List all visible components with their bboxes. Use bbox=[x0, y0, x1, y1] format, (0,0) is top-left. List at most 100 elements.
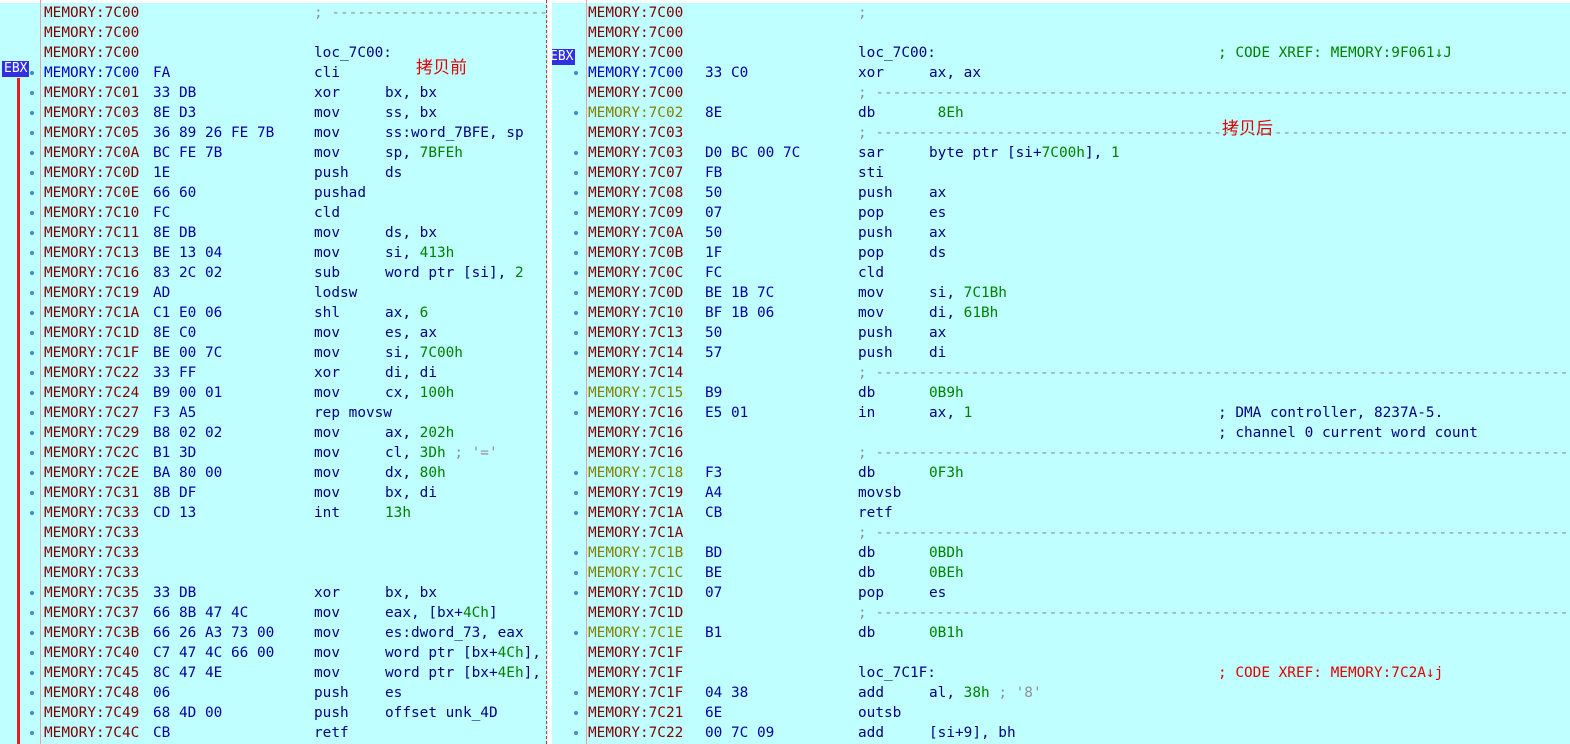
listing-line[interactable]: MEMORY:7C00 FA cli bbox=[0, 63, 548, 83]
listing-line[interactable]: MEMORY:7C0A 50 push ax bbox=[552, 223, 1570, 243]
listing-line[interactable]: MEMORY:7C00 ; ---------------------------… bbox=[552, 83, 1570, 103]
listing-line[interactable]: MEMORY:7C16 83 2C 02 sub word ptr [si], 2 bbox=[0, 263, 548, 283]
listing-line[interactable]: MEMORY:7C1A CB retf bbox=[552, 503, 1570, 523]
operand-text: ], bbox=[523, 645, 541, 661]
listing-line[interactable]: MEMORY:7C24 B9 00 01 mov cx, 100h bbox=[0, 383, 548, 403]
listing-line[interactable]: MEMORY:7C09 07 pop es bbox=[552, 203, 1570, 223]
xref-comment: ; CODE XREF: MEMORY:9F061↓J bbox=[1218, 45, 1452, 61]
listing-line[interactable]: MEMORY:7C3B 66 26 A3 73 00 mov es:dword_73,… bbox=[0, 623, 548, 643]
listing-line[interactable]: MEMORY:7C08 50 push ax bbox=[552, 183, 1570, 203]
breakpoint-dot bbox=[574, 711, 578, 715]
listing-line[interactable]: MEMORY:7C33 CD 13 int 13h bbox=[0, 503, 548, 523]
listing-line[interactable]: MEMORY:7C00 33 C0 xor ax, ax bbox=[552, 63, 1570, 83]
listing-line[interactable]: MEMORY:7C35 33 DB xor bx, bx bbox=[0, 583, 548, 603]
listing-line[interactable]: MEMORY:7C03 8E D3 mov ss, bx bbox=[0, 103, 548, 123]
listing-line[interactable]: MEMORY:7C16 ; channel 0 current word coun… bbox=[552, 423, 1570, 443]
listing-line[interactable]: MEMORY:7C0D BE 1B 7C mov si, 7C1Bh bbox=[552, 283, 1570, 303]
listing-line[interactable]: MEMORY:7C07 FB sti bbox=[552, 163, 1570, 183]
listing-line[interactable]: MEMORY:7C15 B9 db 0B9h bbox=[552, 383, 1570, 403]
listing-line[interactable]: MEMORY:7C1A C1 E0 06 shl ax, 6 bbox=[0, 303, 548, 323]
listing-line[interactable]: MEMORY:7C0C FC cld bbox=[552, 263, 1570, 283]
disassembly-view-before[interactable]: EBX 拷贝前 MEMORY:7C00; -------------------… bbox=[0, 0, 548, 744]
immediate-value: 7C00h bbox=[419, 345, 463, 361]
address: MEMORY:7C00 bbox=[44, 45, 140, 61]
listing-line[interactable]: MEMORY:7C45 8C 47 4E mov word ptr [bx+4Eh], bbox=[0, 663, 548, 683]
breakpoint-dot bbox=[574, 631, 578, 635]
listing-line[interactable]: MEMORY:7C22 00 7C 09 add [si+9], bh bbox=[552, 723, 1570, 743]
listing-line[interactable]: MEMORY:7C2C B1 3D mov cl, 3Dh ; '=' bbox=[0, 443, 548, 463]
listing-line[interactable]: MEMORY:7C1C BE db 0BEh bbox=[552, 563, 1570, 583]
listing-line[interactable]: MEMORY:7C1E B1 db 0B1h bbox=[552, 623, 1570, 643]
listing-line[interactable]: MEMORY:7C19 AD lodsw bbox=[0, 283, 548, 303]
listing-line[interactable]: MEMORY:7C0D 1E push ds bbox=[0, 163, 548, 183]
listing-line[interactable]: MEMORY:7C1F bbox=[552, 643, 1570, 663]
mnemonic: db bbox=[858, 105, 876, 121]
listing-line[interactable]: MEMORY:7C0E 66 60 pushad bbox=[0, 183, 548, 203]
operands: bx, di bbox=[385, 483, 437, 503]
listing-line[interactable]: MEMORY:7C16 ; ---------------------------… bbox=[552, 443, 1570, 463]
listing-line[interactable]: MEMORY:7C16 E5 01 in ax, 1 ; DMA controller,… bbox=[552, 403, 1570, 423]
listing-line[interactable]: MEMORY:7C03 ; ---------------------------… bbox=[552, 123, 1570, 143]
listing-line[interactable]: MEMORY:7C2E BA 80 00 mov dx, 80h bbox=[0, 463, 548, 483]
listing-line[interactable]: MEMORY:7C29 B8 02 02 mov ax, 202h bbox=[0, 423, 548, 443]
listing-line[interactable]: MEMORY:7C14 ; ---------------------------… bbox=[552, 363, 1570, 383]
listing-line[interactable]: MEMORY:7C19 A4 movsb bbox=[552, 483, 1570, 503]
listing-line[interactable]: MEMORY:7C1D 8E C0 mov es, ax bbox=[0, 323, 548, 343]
listing-line[interactable]: MEMORY:7C48 06 push es bbox=[0, 683, 548, 703]
listing-line[interactable]: MEMORY:7C13 50 push ax bbox=[552, 323, 1570, 343]
listing-line[interactable]: MEMORY:7C1A ; ---------------------------… bbox=[552, 523, 1570, 543]
listing-line[interactable]: MEMORY:7C1D ; ---------------------------… bbox=[552, 603, 1570, 623]
listing-line[interactable]: MEMORY:7C00 loc_7C00: bbox=[0, 43, 548, 63]
operand-text: byte ptr [si+ bbox=[929, 145, 1042, 161]
breakpoint-dot bbox=[30, 631, 34, 635]
listing-line[interactable]: MEMORY:7C1F loc_7C1F: ; CODE XREF: MEMORY:… bbox=[552, 663, 1570, 683]
mnemonic: xor bbox=[314, 85, 340, 101]
listing-line[interactable]: MEMORY:7C0A BC FE 7B mov sp, 7BFEh bbox=[0, 143, 548, 163]
operand-text: es bbox=[929, 585, 947, 601]
listing-line[interactable]: MEMORY:7C27 F3 A5 rep movsw bbox=[0, 403, 548, 423]
listing-line[interactable]: MEMORY:7C05 36 89 26 FE 7B mov ss:word_7BFE… bbox=[0, 123, 548, 143]
listing-line[interactable]: MEMORY:7C00 bbox=[0, 23, 548, 43]
listing-line[interactable]: MEMORY:7C10 BF 1B 06 mov di, 61Bh bbox=[552, 303, 1570, 323]
listing-line[interactable]: MEMORY:7C1D 07 pop es bbox=[552, 583, 1570, 603]
mnemonic: add bbox=[858, 685, 884, 701]
listing-line[interactable]: MEMORY:7C01 33 DB xor bx, bx bbox=[0, 83, 548, 103]
immediate-value: 0B9h bbox=[929, 385, 964, 401]
listing-line[interactable]: MEMORY:7C37 66 8B 47 4C mov eax, [bx+4Ch] bbox=[0, 603, 548, 623]
listing-line[interactable]: MEMORY:7C31 8B DF mov bx, di bbox=[0, 483, 548, 503]
operands: 0B1h bbox=[929, 623, 964, 643]
listing-line[interactable]: MEMORY:7C00 loc_7C00: ; CODE XREF: MEMORY:… bbox=[552, 43, 1570, 63]
listing-line[interactable]: MEMORY:7C18 F3 db 0F3h bbox=[552, 463, 1570, 483]
listing-line[interactable]: MEMORY:7C1F BE 00 7C mov si, 7C00h bbox=[0, 343, 548, 363]
mnemonic: xor bbox=[858, 65, 884, 81]
listing-line[interactable]: MEMORY:7C10 FC cld bbox=[0, 203, 548, 223]
listing-line[interactable]: MEMORY:7C00 bbox=[552, 23, 1570, 43]
address: MEMORY:7C1D bbox=[588, 585, 684, 601]
listing-line[interactable]: MEMORY:7C49 68 4D 00 push offset unk_4D bbox=[0, 703, 548, 723]
listing-line[interactable]: MEMORY:7C00 ; --------------------------- bbox=[0, 3, 548, 23]
listing-line[interactable]: MEMORY:7C11 8E DB mov ds, bx bbox=[0, 223, 548, 243]
listing-line[interactable]: MEMORY:7C14 57 push di bbox=[552, 343, 1570, 363]
listing-line[interactable]: MEMORY:7C13 BE 13 04 mov si, 413h bbox=[0, 243, 548, 263]
opcode-bytes: 57 bbox=[705, 345, 723, 361]
listing-line[interactable]: MEMORY:7C40 C7 47 4C 66 00 mov word ptr [bx… bbox=[0, 643, 548, 663]
listing-line[interactable]: MEMORY:7C1B BD db 0BDh bbox=[552, 543, 1570, 563]
listing-line[interactable]: MEMORY:7C22 33 FF xor di, di bbox=[0, 363, 548, 383]
address: MEMORY:7C1D bbox=[44, 325, 140, 341]
address: MEMORY:7C2E bbox=[44, 465, 140, 481]
listing-line[interactable]: MEMORY:7C03 D0 BC 00 7C sar byte ptr [si+7C… bbox=[552, 143, 1570, 163]
listing-line[interactable]: MEMORY:7C4C CB retf bbox=[0, 723, 548, 743]
listing-line[interactable]: MEMORY:7C33 bbox=[0, 563, 548, 583]
listing-line[interactable]: MEMORY:7C33 bbox=[0, 523, 548, 543]
listing-line[interactable]: MEMORY:7C02 8E db 8Eh bbox=[552, 103, 1570, 123]
address: MEMORY:7C00 bbox=[588, 5, 684, 21]
listing-line[interactable]: MEMORY:7C21 6E outsb bbox=[552, 703, 1570, 723]
listing-line[interactable]: MEMORY:7C33 bbox=[0, 543, 548, 563]
listing-line[interactable]: MEMORY:7C00; bbox=[552, 3, 1570, 23]
listing-line[interactable]: MEMORY:7C1F 04 38 add al, 38h ; '8' bbox=[552, 683, 1570, 703]
mnemonic: mov bbox=[858, 305, 884, 321]
operands: 0F3h bbox=[929, 463, 964, 483]
mnemonic: pop bbox=[858, 245, 884, 261]
listing-line[interactable]: MEMORY:7C0B 1F pop ds bbox=[552, 243, 1570, 263]
disassembly-view-after[interactable]: EBX 拷贝后 MEMORY:7C00; MEMORY:7C00 MEMORY:7C… bbox=[552, 0, 1570, 744]
